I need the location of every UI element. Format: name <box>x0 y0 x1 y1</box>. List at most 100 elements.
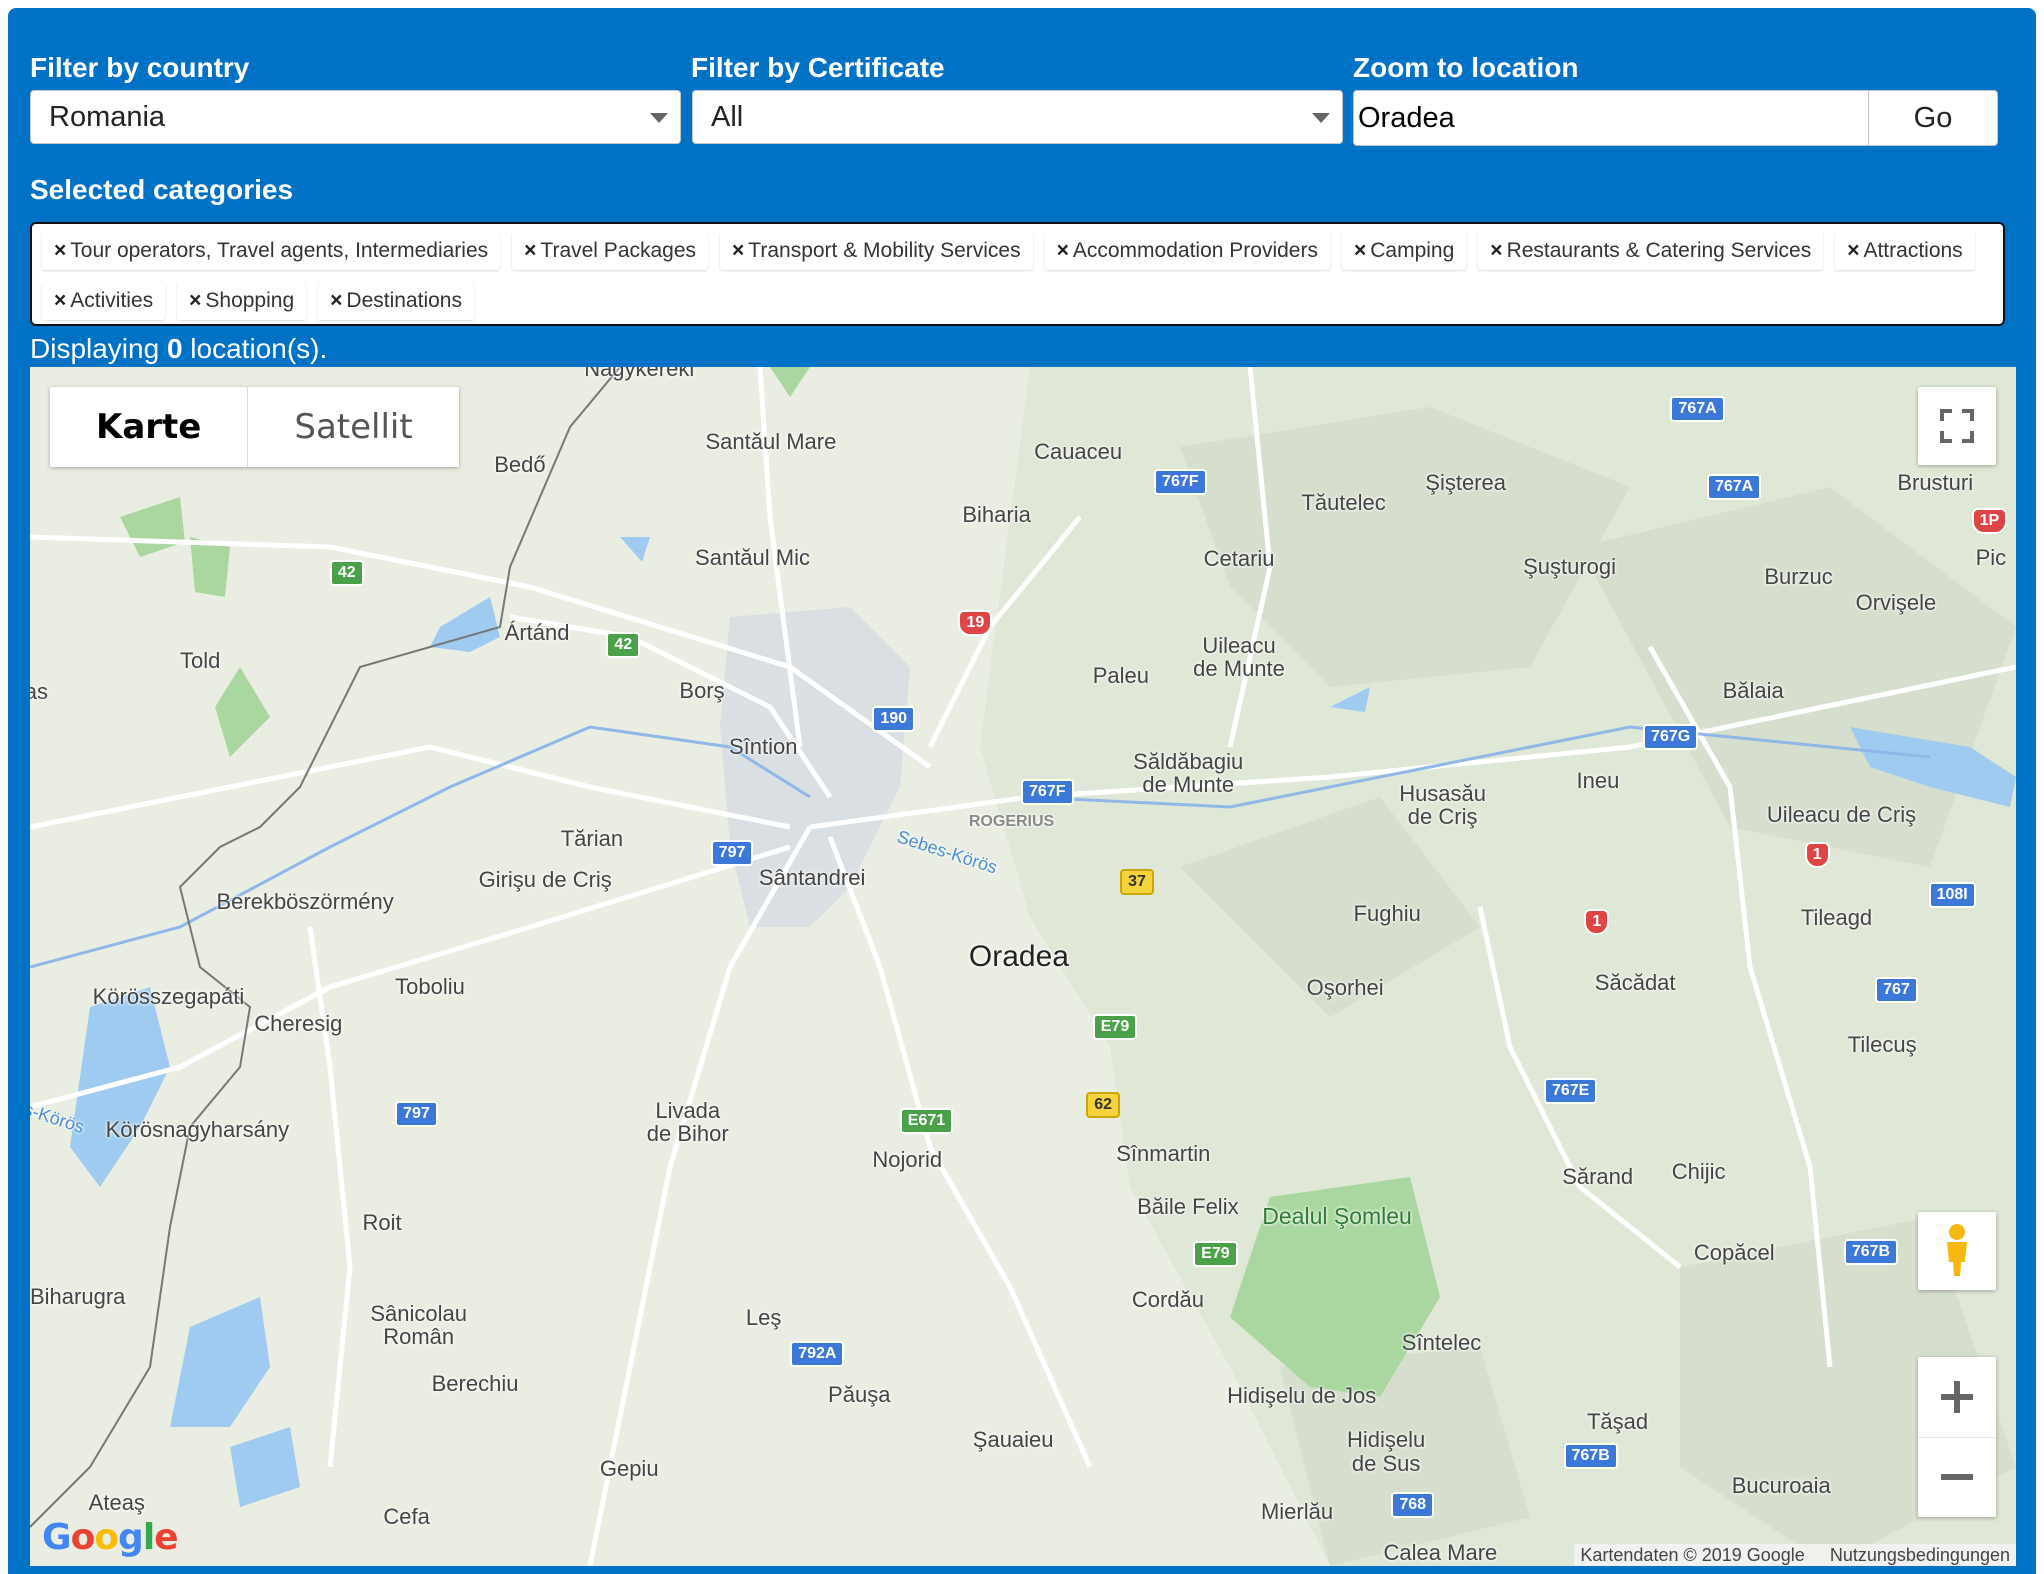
category-chip-label: Transport & Mobility Services <box>748 239 1021 262</box>
place-label-sisterea: Şişterea <box>1425 470 1506 496</box>
remove-chip-icon[interactable]: × <box>189 289 201 312</box>
terms-link[interactable]: Nutzungsbedingungen <box>1830 1545 2010 1565</box>
country-select[interactable]: Romania <box>30 90 681 144</box>
place-label-sarand: Sărand <box>1562 1164 1634 1190</box>
road-shield-r62: 62 <box>1086 1092 1121 1119</box>
place-label-tarian: Tărian <box>560 826 624 852</box>
road-shield-r1_a: 1 <box>1804 841 1830 868</box>
location-count: 0 <box>166 333 183 364</box>
place-label-paleu: Paleu <box>1092 663 1150 689</box>
zoom-control <box>1918 1357 1996 1517</box>
place-label-tileagd: Tileagd <box>1800 904 1873 930</box>
remove-chip-icon[interactable]: × <box>330 289 342 312</box>
zoom-in-button[interactable] <box>1918 1357 1996 1438</box>
certificate-select[interactable]: All <box>692 90 1343 144</box>
place-label-husasau: Husasău de Criş <box>1399 780 1487 829</box>
selected-categories-label: Selected categories <box>30 174 294 205</box>
fullscreen-icon <box>1940 409 1974 443</box>
place-label-sinmartin: Sînmartin <box>1116 1140 1211 1166</box>
remove-chip-icon[interactable]: × <box>54 289 66 312</box>
fullscreen-button[interactable] <box>1918 387 1996 465</box>
category-chip[interactable]: × Destinations <box>318 282 474 320</box>
selected-categories-box: × Tour operators, Travel agents, Intermed… <box>30 222 2005 326</box>
pegman-icon <box>1947 1224 1967 1276</box>
place-label-pausa: Păuşa <box>828 1381 891 1407</box>
category-chip[interactable]: × Shopping <box>177 282 307 320</box>
place-label-baile-felix: Băile Felix <box>1137 1194 1239 1220</box>
remove-chip-icon[interactable]: × <box>1847 239 1859 262</box>
place-label-bedo: Bedő <box>494 452 546 478</box>
remove-chip-icon[interactable]: × <box>1490 239 1502 262</box>
place-label-hidiselu-sus: Hidişelu de Sus <box>1347 1427 1426 1476</box>
place-label-toboliu: Toboliu <box>395 973 465 999</box>
remove-chip-icon[interactable]: × <box>1354 239 1366 262</box>
place-label-gepiu: Gepiu <box>599 1456 659 1482</box>
place-label-hidiselu-jos: Hidişelu de Jos <box>1227 1383 1377 1409</box>
dropdown-caret-icon <box>650 113 668 123</box>
category-chip[interactable]: × Attractions <box>1835 232 1975 270</box>
road-shield-r767f_mid: 767F <box>1021 779 1074 806</box>
google-logo-letter: g <box>118 1517 144 1558</box>
certificate-filter-label: Filter by Certificate <box>691 52 945 83</box>
location-count-status: Displaying 0 location(s). <box>30 333 328 364</box>
place-label-dealul-somleu: Dealul Şomleu <box>1262 1203 1412 1230</box>
category-chip[interactable]: × Tour operators, Travel agents, Intermed… <box>42 232 501 270</box>
place-label-berechiu: Berechiu <box>431 1371 519 1397</box>
place-label-uileacu-cris: Uileacu de Criş <box>1766 801 1917 827</box>
zoom-out-button[interactable] <box>1918 1438 1996 1516</box>
place-label-copacel: Copăcel <box>1693 1239 1775 1265</box>
google-logo-letter: G <box>42 1517 72 1558</box>
category-chip[interactable]: × Camping <box>1341 232 1467 270</box>
remove-chip-icon[interactable]: × <box>1057 239 1069 262</box>
place-label-tilecus: Tilecuş <box>1847 1032 1917 1058</box>
place-label-bucuroaia: Bucuroaia <box>1731 1473 1831 1499</box>
street-view-pegman-button[interactable] <box>1918 1212 1996 1290</box>
category-chip[interactable]: × Activities <box>42 282 166 320</box>
place-label-orviscle: Orvişele <box>1855 590 1937 616</box>
place-label-korosszeg: Körösszegapáti <box>92 984 245 1010</box>
map-canvas[interactable]: Karte Satellit Google Kartendaten © 2019… <box>30 367 2016 1566</box>
place-label-pic: Pic <box>1975 544 2007 570</box>
category-chip-label: Restaurants & Catering Services <box>1506 239 1812 262</box>
map-type-karte-button[interactable]: Karte <box>50 387 249 467</box>
category-chip[interactable]: × Transport & Mobility Services <box>720 232 1033 270</box>
road-shield-r42a: 42 <box>329 559 364 586</box>
road-shield-r767: 767 <box>1875 977 1918 1004</box>
road-shield-r767a_1: 767A <box>1670 395 1725 422</box>
category-chip-label: Activities <box>70 289 154 312</box>
go-button[interactable]: Go <box>1868 90 1998 146</box>
category-chip[interactable]: × Restaurants & Catering Services <box>1478 232 1824 270</box>
place-label-uileacu-munte: Uileacu de Munte <box>1193 633 1285 682</box>
category-chip-label: Accommodation Providers <box>1072 239 1318 262</box>
remove-chip-icon[interactable]: × <box>524 239 536 262</box>
place-label-sacadat: Săcădat <box>1594 969 1676 995</box>
place-label-cefa: Cefa <box>383 1504 430 1530</box>
place-label-saldabagiu: Săldăbagiu de Munte <box>1133 749 1244 798</box>
place-label-saulieu: Şauaieu <box>972 1427 1054 1453</box>
road-shield-r767e: 767E <box>1543 1077 1598 1104</box>
road-shield-r1p: 1P <box>1971 507 2008 534</box>
place-label-girisu: Girişu de Criş <box>478 866 612 892</box>
remove-chip-icon[interactable]: × <box>54 239 66 262</box>
place-label-nojorid: Nojorid <box>872 1147 943 1173</box>
map-type-satellit-button[interactable]: Satellit <box>248 387 458 467</box>
place-label-santaul-mic: Santăul Mic <box>695 544 810 570</box>
road-shield-r190: 190 <box>872 706 916 733</box>
place-label-susturogi: Şuşturogi <box>1523 553 1617 579</box>
google-logo-letter: o <box>94 1517 119 1558</box>
category-chip[interactable]: × Travel Packages <box>512 232 709 270</box>
remove-chip-icon[interactable]: × <box>732 239 744 262</box>
category-chip[interactable]: × Accommodation Providers <box>1044 232 1330 270</box>
place-label-cetariu: Cetariu <box>1203 545 1275 571</box>
place-label-brusturi: Brusturi <box>1897 470 1974 496</box>
road-shield-r767b_b: 767B <box>1563 1442 1618 1469</box>
road-shield-r37: 37 <box>1120 869 1154 896</box>
zoom-location-input[interactable] <box>1353 90 1869 146</box>
place-label-as: as <box>30 678 49 704</box>
place-label-livada: Livada de Bihor <box>646 1097 729 1146</box>
map-attribution: Kartendaten © 2019 Google Nutzungsbeding… <box>1574 1544 2016 1566</box>
road-shield-re79_a: E79 <box>1092 1013 1138 1040</box>
place-label-sintion: Sîntion <box>728 733 798 759</box>
place-label-biharia: Biharia <box>962 501 1031 527</box>
place-label-ineu: Ineu <box>1576 767 1620 793</box>
